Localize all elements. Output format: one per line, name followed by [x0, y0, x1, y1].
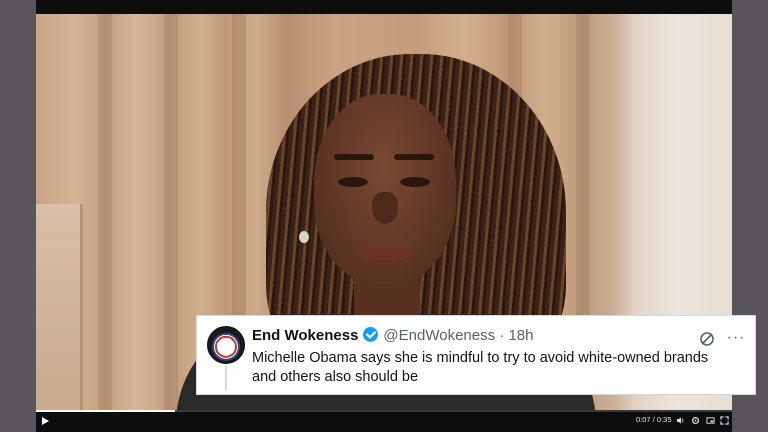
current-time: 0:07	[636, 415, 651, 424]
author-handle[interactable]: @EndWokeness	[383, 327, 495, 344]
time-readout: 0:07 / 0:35	[636, 415, 672, 424]
subject-eye	[400, 177, 430, 187]
subject-eye	[338, 177, 368, 187]
subject-brow	[394, 154, 434, 160]
thread-line	[225, 366, 227, 390]
tweet-header: End Wokeness @EndWokeness · 18h	[252, 325, 533, 347]
volume-icon[interactable]	[676, 416, 685, 425]
tweet-text: Michelle Obama says she is mindful to tr…	[252, 350, 709, 385]
time-separator: /	[652, 415, 655, 424]
play-icon[interactable]	[42, 417, 49, 425]
subject-brow	[334, 154, 374, 160]
tweet-time[interactable]: 18h	[508, 327, 533, 344]
subject-nose	[372, 192, 398, 224]
circular-badge-avatar[interactable]	[207, 326, 245, 364]
grok-icon[interactable]	[699, 331, 715, 347]
subject-lips	[358, 242, 412, 260]
progress-bar[interactable]	[36, 410, 732, 412]
left-backdrop	[0, 0, 36, 432]
settings-icon[interactable]	[691, 416, 700, 425]
progress-fill	[36, 410, 176, 412]
tweet-card[interactable]: End Wokeness @EndWokeness · 18h ··· Miche…	[196, 315, 756, 395]
fullscreen-icon[interactable]	[720, 416, 729, 425]
verified-badge-icon	[363, 327, 379, 342]
duration: 0:35	[656, 415, 672, 424]
pip-icon[interactable]	[706, 416, 715, 425]
author-name[interactable]: End Wokeness	[252, 327, 358, 344]
wall-stripe	[98, 14, 112, 410]
separator-dot: ·	[499, 327, 505, 344]
more-options-icon[interactable]: ···	[725, 328, 747, 348]
video-controls: 0:07 / 0:35	[36, 410, 732, 432]
earring	[299, 231, 309, 243]
wall-stripe	[164, 14, 178, 410]
doorframe	[36, 204, 83, 410]
